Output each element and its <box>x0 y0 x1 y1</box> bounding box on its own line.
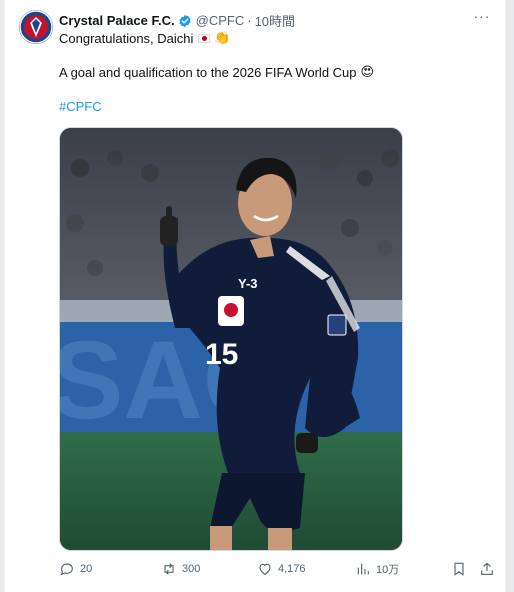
separator-dot: · <box>247 13 252 28</box>
views-button[interactable]: 10万 <box>355 561 399 577</box>
repost-count: 300 <box>182 563 201 575</box>
more-options-icon[interactable]: ··· <box>471 8 493 28</box>
like-button[interactable]: 4,176 <box>257 561 306 577</box>
reply-button[interactable]: 20 <box>59 561 92 577</box>
share-button[interactable] <box>479 561 500 577</box>
author-name[interactable]: Crystal Palace F.C. <box>59 13 175 28</box>
author-handle[interactable]: @CPFC <box>196 13 245 28</box>
crystal-palace-crest-icon <box>19 10 53 44</box>
repost-icon <box>164 563 174 575</box>
bookmark-button[interactable] <box>451 561 472 577</box>
clapping-hands-icon: 👏 <box>214 31 231 46</box>
views-chart-icon <box>357 563 369 575</box>
verified-badge-icon <box>179 14 191 27</box>
reply-icon <box>60 563 73 576</box>
share-icon <box>481 562 493 575</box>
tweet-text-line-1: Congratulations, Daichi 👏 <box>59 31 231 46</box>
sponsor-logo: Y-3 <box>238 276 258 291</box>
reply-count: 20 <box>80 563 93 575</box>
heart-eyes-face-icon: 😍 <box>360 65 375 80</box>
player-celebration-image: SAO Y-3 15 <box>60 128 402 550</box>
qualification-text: A goal and qualification to the 2026 FIF… <box>59 65 357 80</box>
tweet-actions-bar: 20 300 4,176 10万 <box>59 561 499 583</box>
hashtag-link[interactable]: #CPFC <box>59 99 102 114</box>
japan-flag-icon <box>198 34 211 43</box>
tweet-text-line-2: A goal and qualification to the 2026 FIF… <box>59 65 374 80</box>
repost-button[interactable]: 300 <box>161 561 200 577</box>
tweet-header: Crystal Palace F.C. @CPFC · 10時間 <box>59 11 295 30</box>
jersey-number: 15 <box>205 338 238 371</box>
tweet-photo[interactable]: SAO Y-3 15 <box>59 127 403 551</box>
like-count: 4,176 <box>278 563 306 575</box>
views-count: 10万 <box>376 564 400 576</box>
avatar[interactable] <box>19 10 53 44</box>
bookmark-icon <box>454 562 464 576</box>
congrats-text: Congratulations, Daichi <box>59 31 194 46</box>
tweet-card[interactable]: Crystal Palace F.C. @CPFC · 10時間 ··· Con… <box>4 0 506 592</box>
timestamp[interactable]: 10時間 <box>255 11 295 30</box>
heart-icon <box>259 563 271 575</box>
